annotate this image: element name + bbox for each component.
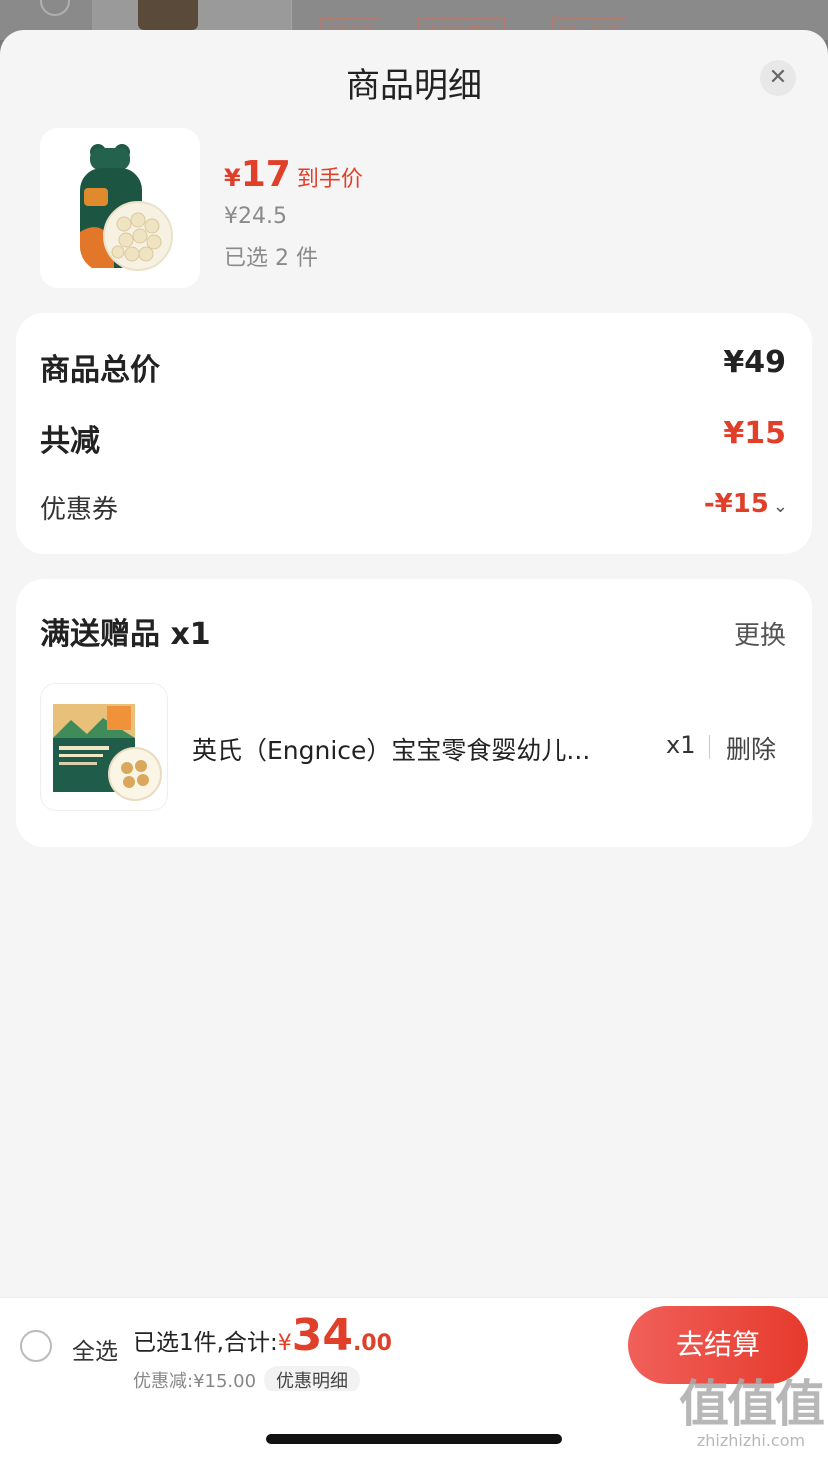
divider (709, 735, 710, 759)
total-price-value: ¥49 (723, 345, 786, 380)
select-all-radio[interactable] (20, 1330, 52, 1362)
checkout-button[interactable]: 去结算 (628, 1306, 808, 1384)
background-radio (40, 0, 70, 16)
coupon-value: -¥15 (703, 489, 769, 519)
price-summary-card: 商品总价 ¥49 共减 ¥15 优惠券 -¥15 ⌄ (16, 313, 812, 554)
total-currency: ¥ (277, 1331, 292, 1356)
price-tag: 到手价 (296, 167, 363, 192)
price-currency: ¥ (224, 164, 241, 192)
gift-title: 满送赠品 x1 (40, 617, 211, 652)
total-decimal: .00 (352, 1331, 392, 1356)
discount-detail-button[interactable]: 优惠明细 (264, 1366, 361, 1394)
coupon-dropdown[interactable]: -¥15 ⌄ (704, 489, 788, 519)
watermark-logo: 值值值 (679, 1375, 825, 1433)
selected-count: 已选 2 件 (224, 246, 318, 271)
watermark-url: zhizhizhi.com (696, 1431, 806, 1450)
close-icon: ✕ (768, 65, 788, 90)
reduction-value: ¥15 (723, 416, 786, 451)
discount-line: 优惠减:¥15.00 优惠明细 (133, 1366, 361, 1394)
coupon-label: 优惠券 (40, 495, 119, 525)
deal-price: ¥17 到手价 (224, 154, 363, 195)
product-image (40, 128, 200, 288)
close-button[interactable]: ✕ (760, 60, 796, 96)
gift-quantity: x1 (666, 731, 696, 759)
product-detail-sheet: 商品明细 ✕ ¥17 到手价 ¥24.5 已选 2 件 商品总价 ¥49 共减 … (0, 30, 828, 1461)
chevron-down-icon: ⌄ (772, 496, 788, 517)
reduction-label: 共减 (40, 424, 100, 459)
gift-card: 满送赠品 x1 更换 英氏（Engnice）宝宝零食婴幼儿... x1 删除 (16, 579, 812, 847)
home-indicator[interactable] (266, 1434, 562, 1444)
discount-text: 优惠减:¥15.00 (133, 1371, 257, 1392)
price-value: 17 (240, 154, 291, 195)
watermark: 值值值 zhizhizhi.com (676, 1376, 826, 1456)
sheet-title: 商品明细 (346, 66, 482, 106)
gift-image (40, 683, 168, 811)
total-integer: 34 (291, 1310, 353, 1361)
original-price: ¥24.5 (224, 204, 287, 229)
delete-gift-button[interactable]: 删除 (726, 730, 776, 766)
gift-name[interactable]: 英氏（Engnice）宝宝零食婴幼儿... (192, 731, 636, 767)
total-price-label: 商品总价 (40, 353, 160, 388)
total-prefix: 已选1件,合计: (133, 1330, 278, 1356)
order-total: 已选1件,合计:¥34.00 (133, 1310, 392, 1361)
select-all-label[interactable]: 全选 (72, 1332, 118, 1366)
change-gift-button[interactable]: 更换 (734, 615, 786, 652)
